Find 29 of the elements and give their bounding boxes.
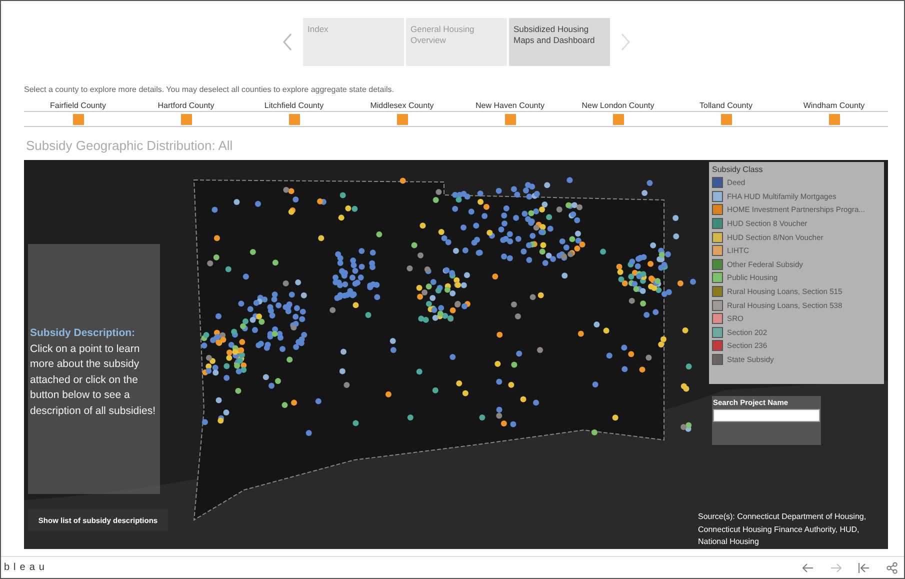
undo-arrow-icon[interactable] [802,562,814,574]
county-filter-square[interactable] [720,114,732,125]
redo-arrow-icon[interactable] [830,562,842,574]
nav-tab[interactable]: Subsidized Housing Maps and Dashboard [508,18,610,66]
source-text: Source(s): Connecticut Department of Housing, Connecticut Housing Finance Authority, HUD, National Housing [698,511,868,548]
county-filter-square[interactable] [396,114,408,125]
county-label: Tolland County [700,100,752,111]
county-filter-square[interactable] [72,114,84,125]
logo-text: bleau [4,562,48,573]
county-label: New London County [582,100,654,111]
previous-chevron-icon[interactable] [280,32,294,52]
county-label: New Haven County [476,100,544,111]
county-label: Fairfield County [50,100,106,111]
share-icon[interactable] [886,562,898,574]
section-title: Subsidy Geographic Distribution: All [26,138,234,153]
legend-title: Subsidy Class [712,165,764,174]
county-label: Middlesex County [370,100,434,111]
instructions-text: Select a county to explore more details. You may deselect all counties to explore aggregate state details. [24,85,395,94]
county-filter-square[interactable] [288,114,300,125]
county-label: Litchfield County [264,100,324,111]
county-filter-square[interactable] [828,114,840,125]
subsidy-description-text: Subsidy Description: Click on a point to learn more about the subsidy attached or click on the button below to see a description of all subsidies! [28,244,160,494]
county-filter-square[interactable] [504,114,516,125]
county-filter-square[interactable] [180,114,192,125]
county-label: Hartford County [158,100,214,111]
search-field[interactable] [713,409,820,422]
county-filter-square[interactable] [612,114,624,125]
revert-icon[interactable] [858,562,870,574]
county-label: Windham County [803,100,865,111]
